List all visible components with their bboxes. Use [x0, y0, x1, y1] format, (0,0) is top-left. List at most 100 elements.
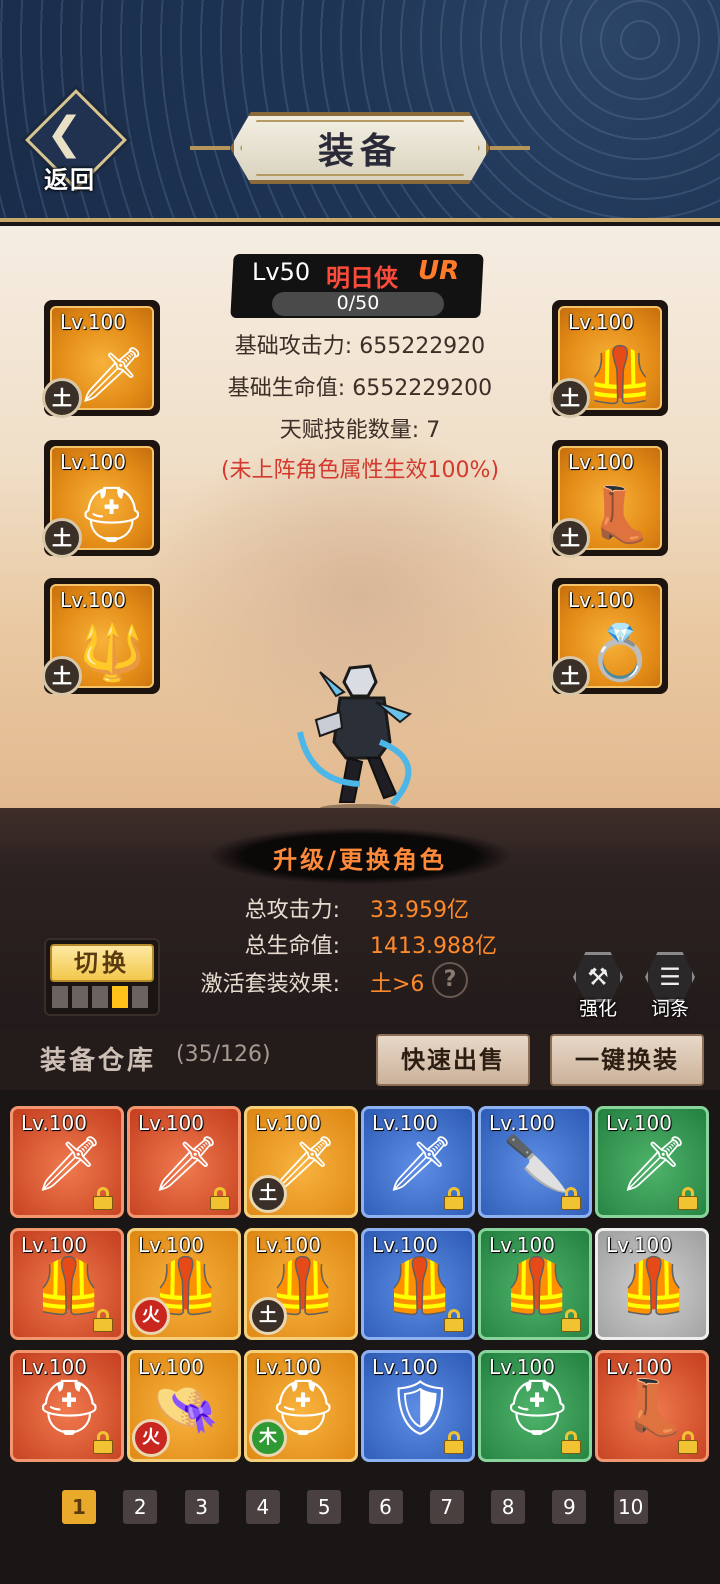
loadout-slot-4[interactable] — [112, 986, 128, 1008]
earth-element-badge: 土 — [550, 656, 590, 696]
set-effect-help-button[interactable]: ? — [432, 962, 468, 998]
one-click-equip-button[interactable]: 一键换装 — [550, 1034, 704, 1086]
warehouse-item[interactable]: Lv.100 ⛑ 木 — [244, 1350, 358, 1462]
equip-level: Lv.100 — [568, 310, 634, 334]
lock-icon — [676, 1431, 700, 1454]
purple-helmet-icon: ⛑ — [35, 1376, 104, 1439]
upgrade-change-hero-button[interactable]: 升级/更换角色 — [210, 840, 510, 875]
title-wing-left — [190, 146, 230, 150]
lock-icon — [91, 1309, 115, 1332]
warehouse-item[interactable]: Lv.100 🗡 — [127, 1106, 241, 1218]
earth-element-badge: 土 — [42, 656, 82, 696]
warehouse-item[interactable]: Lv.100 🗡 — [595, 1106, 709, 1218]
warehouse-item[interactable]: Lv.100 🦺 — [478, 1228, 592, 1340]
loadout-slot-1[interactable] — [52, 986, 68, 1008]
warehouse-item[interactable]: Lv.100 🦺 火 — [127, 1228, 241, 1340]
warehouse-title: 装备仓库 — [40, 1046, 157, 1076]
warehouse-item[interactable]: Lv.100 🔪 — [478, 1106, 592, 1218]
lock-icon — [208, 1187, 232, 1210]
warehouse-item[interactable]: Lv.100 🦺 — [10, 1228, 124, 1340]
total-hp-label: 总生命值: — [244, 934, 340, 959]
affix-button[interactable]: ☰ 词条 — [642, 952, 698, 1020]
hero-name: 明日侠 — [326, 264, 398, 292]
lock-icon — [442, 1431, 466, 1454]
crystal-sword-icon: 🗡 — [35, 1132, 104, 1195]
crest-helmet-icon: 🛡 — [386, 1376, 455, 1439]
red-armor-icon: 🦺 — [620, 1254, 688, 1317]
earth-element-badge: 土 — [42, 518, 82, 558]
lock-icon — [559, 1187, 583, 1210]
armor-icon: 🦺 — [586, 343, 654, 406]
warehouse-count: (35/126) — [176, 1042, 271, 1067]
steel-armor-icon: 🦺 — [386, 1254, 454, 1317]
lock-icon — [91, 1431, 115, 1454]
steel-armor-icon: 🦺 — [35, 1254, 103, 1317]
page-button-3[interactable]: 3 — [184, 1490, 219, 1524]
loadout-slot-3[interactable] — [92, 986, 108, 1008]
equip-level: Lv.100 — [60, 450, 126, 474]
total-attack-value: 33.959亿 — [370, 898, 469, 923]
element-badge: 木 — [249, 1419, 287, 1457]
warehouse-item[interactable]: Lv.100 🗡 — [361, 1106, 475, 1218]
earth-element-badge: 土 — [42, 378, 82, 418]
loadout-switch-button[interactable]: 切换 — [50, 944, 154, 982]
title-wing-right — [490, 146, 530, 150]
enhance-label: 强化 — [578, 998, 617, 1020]
warehouse-item[interactable]: Lv.100 ⛑ — [478, 1350, 592, 1462]
equip-level: Lv.100 — [60, 588, 126, 612]
page-button-8[interactable]: 8 — [491, 1490, 526, 1524]
back-arrow-icon: ❮ — [46, 108, 83, 159]
inactive-bonus-note: (未上阵角色属性生效100%) — [220, 458, 500, 483]
element-badge: 火 — [132, 1297, 170, 1335]
warehouse-item[interactable]: Lv.100 ⛑ — [10, 1350, 124, 1462]
page-button-5[interactable]: 5 — [307, 1490, 342, 1524]
warehouse-item[interactable]: Lv.100 🦺 — [595, 1228, 709, 1340]
warehouse-item[interactable]: Lv.100 🗡 土 — [244, 1106, 358, 1218]
element-badge: 土 — [249, 1175, 287, 1213]
ring-icon: 💍 — [586, 621, 654, 684]
element-badge: 火 — [132, 1419, 170, 1457]
helmet-icon: ⛑ — [77, 483, 146, 546]
long-sword-icon: 🗡 — [620, 1132, 689, 1195]
back-label: 返回 — [44, 166, 96, 194]
lock-icon — [91, 1187, 115, 1210]
warehouse-item[interactable]: Lv.100 🦺 土 — [244, 1228, 358, 1340]
lock-icon — [559, 1309, 583, 1332]
enhance-button[interactable]: ⚒ 强化 — [570, 952, 626, 1020]
base-attack-stat: 基础攻击力: 655222920 — [234, 334, 486, 359]
equip-level: Lv.100 — [60, 310, 126, 334]
page-button-4[interactable]: 4 — [245, 1490, 280, 1524]
total-attack-label: 总攻击力: — [244, 898, 340, 923]
dark-sword-icon: 🗡 — [152, 1132, 221, 1195]
hero-character-sprite — [297, 664, 413, 812]
page-button-2[interactable]: 2 — [123, 1490, 158, 1524]
amulet-icon: 🔱 — [78, 621, 146, 684]
warehouse-item[interactable]: Lv.100 🛡 — [361, 1350, 475, 1462]
total-hp-value: 1413.988亿 — [370, 934, 497, 959]
loadout-slot-5[interactable] — [132, 986, 148, 1008]
boots-icon: 👢 — [620, 1376, 688, 1439]
loadout-slot-2[interactable] — [72, 986, 88, 1008]
lock-icon — [442, 1309, 466, 1332]
page-button-1[interactable]: 1 — [62, 1490, 96, 1524]
lock-icon — [676, 1187, 700, 1210]
pink-helmet-icon: ⛑ — [503, 1376, 572, 1439]
earth-element-badge: 土 — [550, 378, 590, 418]
talent-count-stat: 天赋技能数量: 7 — [279, 418, 441, 443]
equip-level: Lv.100 — [568, 450, 634, 474]
page-button-6[interactable]: 6 — [368, 1490, 403, 1524]
purple-armor-icon: 🦺 — [503, 1254, 571, 1317]
page-button-7[interactable]: 7 — [429, 1490, 464, 1524]
warehouse-item[interactable]: Lv.100 👢 — [595, 1350, 709, 1462]
warehouse-item[interactable]: Lv.100 🗡 — [10, 1106, 124, 1218]
page-button-10[interactable]: 10 — [613, 1490, 648, 1524]
page-title: 装备 — [317, 131, 402, 172]
warehouse-item[interactable]: Lv.100 🦺 — [361, 1228, 475, 1340]
page-button-9[interactable]: 9 — [552, 1490, 587, 1524]
golden-sword-icon: 🗡 — [77, 343, 146, 406]
gold-blade-icon: 🔪 — [503, 1132, 571, 1195]
back-button[interactable]: ❮ 返回 — [25, 89, 127, 194]
affix-label: 词条 — [650, 998, 689, 1020]
quick-sell-button[interactable]: 快速出售 — [376, 1034, 530, 1086]
warehouse-item[interactable]: Lv.100 👒 火 — [127, 1350, 241, 1462]
